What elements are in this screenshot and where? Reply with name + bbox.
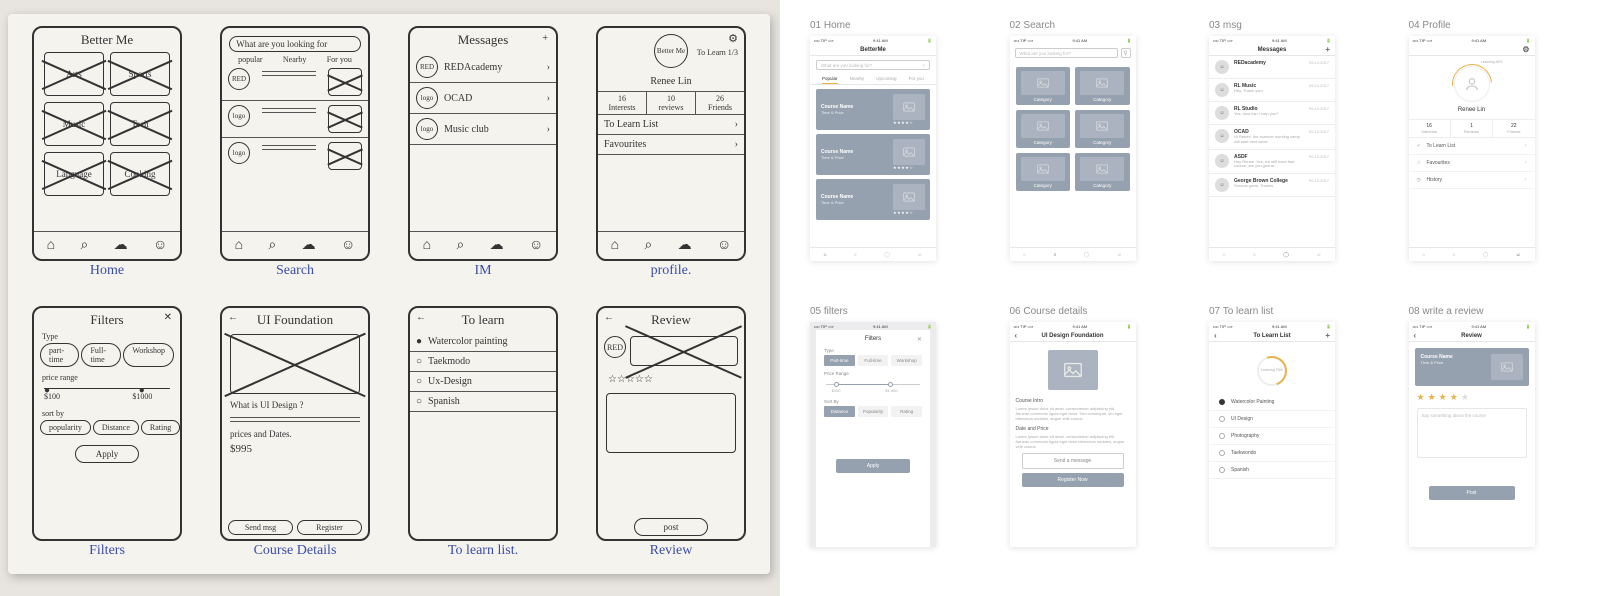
profile-link[interactable]: ✓To Learn List› — [1409, 138, 1535, 155]
chat-icon: ☁ — [114, 237, 128, 254]
search-input[interactable]: What are you looking for?⌕ — [816, 60, 930, 70]
avatar: Learning 30% — [1454, 66, 1490, 102]
image-icon — [1048, 350, 1098, 390]
course-card: Course NameTime & Price — [1415, 348, 1529, 386]
sketch-search: What are you looking for popularNearbyFo… — [210, 26, 380, 294]
home-icon: ⌂ — [47, 238, 55, 254]
filter-icon[interactable]: ⚲ — [1121, 48, 1131, 58]
sketch-im: Messages+ REDREDAcademy› logoOCAD› logoM… — [398, 26, 568, 294]
gear-icon[interactable]: ⚙ — [1522, 45, 1529, 54]
sort-segment[interactable]: DistancePopularityRating — [824, 406, 922, 417]
learn-item[interactable]: Watercolor Painting — [1209, 394, 1335, 411]
wireframes-panel: 01 Home •••• TIP ⟹9:41 AM🔋 BetterMe What… — [780, 0, 1600, 596]
wire-01-home: 01 Home •••• TIP ⟹9:41 AM🔋 BetterMe What… — [810, 20, 972, 290]
sketch-photo: Better Me ArtsSports MusicTech LanguageC… — [0, 0, 780, 596]
avatar: ☺ — [1215, 60, 1229, 74]
user-icon: ☺ — [153, 238, 167, 254]
wire-06-course: 06 Course details •••• TIP ⟹9:41 AM🔋 ‹UI… — [1010, 306, 1172, 576]
msg-row[interactable]: ☺REDacademy09.14.2017 — [1209, 56, 1335, 79]
star-icon: ☆ — [1417, 160, 1427, 166]
category-tile[interactable]: Category — [1016, 67, 1071, 105]
user-icon: ☺ — [917, 252, 922, 258]
clock-icon: ◷ — [1417, 177, 1427, 183]
back-icon[interactable]: ‹ — [1214, 331, 1217, 340]
add-icon[interactable]: + — [1325, 331, 1330, 340]
search-input[interactable]: What are you looking for? — [1015, 48, 1118, 58]
wire-03-msg: 03 msg •••• TIP ⟹9:41 AM🔋 Messages+ ☺RED… — [1209, 20, 1371, 290]
page-title: BetterMe — [810, 44, 936, 56]
sketch-home: Better Me ArtsSports MusicTech LanguageC… — [22, 26, 192, 294]
tab-bar[interactable]: ⌂ ⌕ ◯ ☺ — [810, 247, 936, 261]
close-icon[interactable]: ✕ — [917, 336, 922, 343]
type-segment[interactable]: Part-timeFull-timeWorkshop — [824, 355, 922, 366]
send-msg-button[interactable]: Send a message — [1022, 453, 1124, 469]
back-icon[interactable]: ‹ — [1015, 331, 1018, 340]
wire-08-review: 08 write a review •••• TIP ⟹9:41 AM🔋 ‹Re… — [1409, 306, 1571, 576]
search-icon: ⌕ — [80, 238, 88, 254]
wire-05-filters: 05 filters •••• TIP ⟹9:41 AM🔋 Filters✕ T… — [810, 306, 972, 576]
sketch-filters: Filters✕ Type part-timeFull-timeWorkshop… — [22, 306, 192, 574]
check-icon: ✓ — [1417, 143, 1427, 149]
wire-04-profile: 04 Profile •••• TIP ⟹9:41 AM🔋 ⚙ Learning… — [1409, 20, 1571, 290]
star-rating[interactable]: ★★★★★ — [1409, 392, 1535, 403]
sketch-to-learn: ← To learn ●Watercolor painting ○Taekmod… — [398, 306, 568, 574]
search-icon: ⌕ — [922, 63, 925, 68]
apply-button[interactable]: Apply — [836, 459, 910, 473]
post-button[interactable]: Post — [1429, 486, 1515, 500]
sketch-review: ← Review RED ☆☆☆☆☆ post Review — [586, 306, 756, 574]
price-slider[interactable]: $100$1,000 — [826, 380, 920, 394]
home-icon: ⌂ — [824, 252, 827, 258]
image-icon — [893, 94, 925, 120]
sketch-course-details: ← UI Foundation What is UI Design ? pric… — [210, 306, 380, 574]
course-card[interactable]: Course NameTime & Price★★★★☆ — [816, 89, 930, 130]
sketch-profile: ⚙ Better MeTo Learn 1/3 Renee Lin 16Inte… — [586, 26, 756, 294]
add-icon[interactable]: + — [1325, 45, 1330, 54]
wire-07-learn: 07 To learn list •••• TIP ⟹9:41 AM🔋 ‹To … — [1209, 306, 1371, 576]
tabs[interactable]: PopularNearbyUpcomingFor you — [810, 74, 936, 85]
review-textarea[interactable]: Say something about the course — [1417, 408, 1527, 458]
chat-icon: ◯ — [884, 252, 890, 258]
back-icon[interactable]: ‹ — [1414, 331, 1417, 340]
register-button[interactable]: Register Now — [1022, 473, 1124, 487]
progress-ring: Learning 23% — [1257, 356, 1287, 386]
wire-02-search: 02 Search •••• TIP ⟹9:41 AM🔋 What are yo… — [1010, 20, 1172, 290]
search-icon: ⌕ — [854, 252, 857, 258]
